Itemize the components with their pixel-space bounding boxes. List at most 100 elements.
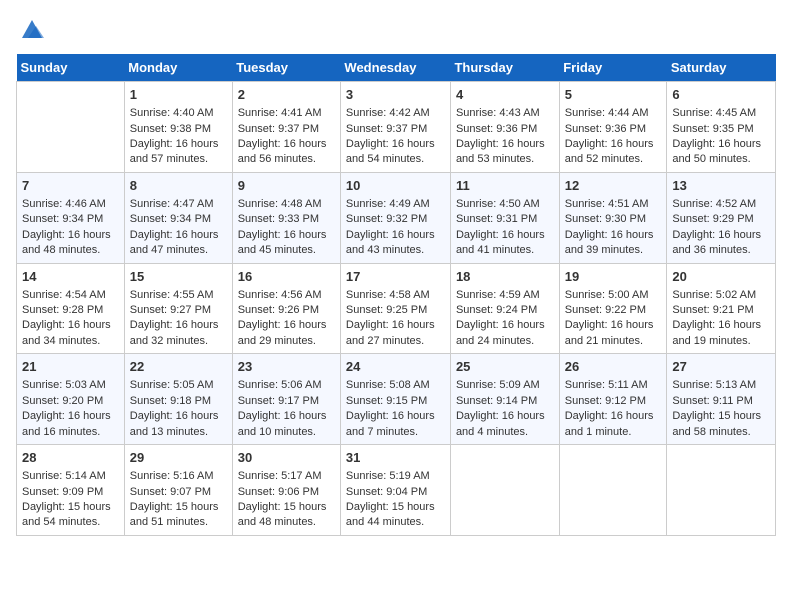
day-info: Sunset: 9:18 PM [130,394,227,409]
day-number: 9 [238,177,335,195]
calendar-cell: 30Sunrise: 5:17 AMSunset: 9:06 PMDayligh… [232,445,340,536]
day-info: Daylight: 16 hours [346,318,445,333]
day-info: Sunset: 9:34 PM [130,212,227,227]
day-number: 11 [456,177,554,195]
day-number: 18 [456,268,554,286]
day-header-wednesday: Wednesday [340,54,450,82]
calendar-cell: 9Sunrise: 4:48 AMSunset: 9:33 PMDaylight… [232,172,340,263]
logo-icon [18,16,46,44]
calendar-cell: 29Sunrise: 5:16 AMSunset: 9:07 PMDayligh… [124,445,232,536]
day-info: Daylight: 16 hours [456,318,554,333]
day-info: Sunset: 9:31 PM [456,212,554,227]
day-info: Sunrise: 4:40 AM [130,106,227,121]
calendar-table: SundayMondayTuesdayWednesdayThursdayFrid… [16,54,776,536]
calendar-cell: 6Sunrise: 4:45 AMSunset: 9:35 PMDaylight… [667,82,776,173]
day-number: 19 [565,268,662,286]
calendar-cell [17,82,125,173]
day-info: Sunset: 9:28 PM [22,303,119,318]
day-info: Sunrise: 4:49 AM [346,197,445,212]
day-info: and 4 minutes. [456,425,554,440]
day-header-friday: Friday [559,54,667,82]
calendar-cell: 2Sunrise: 4:41 AMSunset: 9:37 PMDaylight… [232,82,340,173]
calendar-cell: 23Sunrise: 5:06 AMSunset: 9:17 PMDayligh… [232,354,340,445]
day-info: Sunset: 9:24 PM [456,303,554,318]
day-info: Sunset: 9:33 PM [238,212,335,227]
calendar-cell: 27Sunrise: 5:13 AMSunset: 9:11 PMDayligh… [667,354,776,445]
calendar-cell: 21Sunrise: 5:03 AMSunset: 9:20 PMDayligh… [17,354,125,445]
calendar-week-5: 28Sunrise: 5:14 AMSunset: 9:09 PMDayligh… [17,445,776,536]
calendar-cell: 26Sunrise: 5:11 AMSunset: 9:12 PMDayligh… [559,354,667,445]
day-info: Sunrise: 4:44 AM [565,106,662,121]
day-info: Daylight: 15 hours [346,500,445,515]
day-info: Sunset: 9:27 PM [130,303,227,318]
day-info: and 45 minutes. [238,243,335,258]
calendar-cell: 20Sunrise: 5:02 AMSunset: 9:21 PMDayligh… [667,263,776,354]
day-info: Daylight: 16 hours [672,228,770,243]
calendar-cell [450,445,559,536]
day-number: 7 [22,177,119,195]
day-header-tuesday: Tuesday [232,54,340,82]
calendar-cell: 15Sunrise: 4:55 AMSunset: 9:27 PMDayligh… [124,263,232,354]
day-number: 16 [238,268,335,286]
day-info: Sunrise: 5:05 AM [130,378,227,393]
day-info: and 53 minutes. [456,152,554,167]
day-info: and 47 minutes. [130,243,227,258]
day-info: Sunset: 9:17 PM [238,394,335,409]
day-number: 17 [346,268,445,286]
day-header-sunday: Sunday [17,54,125,82]
day-info: and 48 minutes. [22,243,119,258]
day-info: Daylight: 15 hours [238,500,335,515]
day-number: 29 [130,449,227,467]
calendar-cell: 8Sunrise: 4:47 AMSunset: 9:34 PMDaylight… [124,172,232,263]
day-number: 6 [672,86,770,104]
day-info: Daylight: 16 hours [130,409,227,424]
day-info: Sunset: 9:15 PM [346,394,445,409]
day-info: Sunrise: 4:42 AM [346,106,445,121]
day-info: Daylight: 16 hours [565,409,662,424]
day-info: Sunrise: 4:47 AM [130,197,227,212]
day-number: 3 [346,86,445,104]
calendar-cell: 25Sunrise: 5:09 AMSunset: 9:14 PMDayligh… [450,354,559,445]
day-header-monday: Monday [124,54,232,82]
day-info: and 36 minutes. [672,243,770,258]
day-info: Daylight: 16 hours [565,318,662,333]
day-info: Daylight: 16 hours [565,137,662,152]
calendar-cell: 7Sunrise: 4:46 AMSunset: 9:34 PMDaylight… [17,172,125,263]
day-info: and 16 minutes. [22,425,119,440]
calendar-cell: 3Sunrise: 4:42 AMSunset: 9:37 PMDaylight… [340,82,450,173]
day-info: Sunrise: 5:03 AM [22,378,119,393]
day-info: Sunrise: 5:17 AM [238,469,335,484]
day-info: Daylight: 16 hours [672,318,770,333]
day-number: 10 [346,177,445,195]
day-info: Sunset: 9:30 PM [565,212,662,227]
day-info: Sunset: 9:20 PM [22,394,119,409]
logo [16,16,46,46]
calendar-cell: 14Sunrise: 4:54 AMSunset: 9:28 PMDayligh… [17,263,125,354]
calendar-week-3: 14Sunrise: 4:54 AMSunset: 9:28 PMDayligh… [17,263,776,354]
day-number: 30 [238,449,335,467]
calendar-cell: 11Sunrise: 4:50 AMSunset: 9:31 PMDayligh… [450,172,559,263]
day-info: Sunset: 9:09 PM [22,485,119,500]
day-info: Sunset: 9:04 PM [346,485,445,500]
day-info: Daylight: 16 hours [238,409,335,424]
day-number: 8 [130,177,227,195]
day-info: and 27 minutes. [346,334,445,349]
day-info: Daylight: 16 hours [456,137,554,152]
day-number: 1 [130,86,227,104]
day-number: 14 [22,268,119,286]
day-info: Daylight: 16 hours [346,228,445,243]
day-info: Sunset: 9:36 PM [565,122,662,137]
calendar-cell: 17Sunrise: 4:58 AMSunset: 9:25 PMDayligh… [340,263,450,354]
day-number: 12 [565,177,662,195]
calendar-cell: 1Sunrise: 4:40 AMSunset: 9:38 PMDaylight… [124,82,232,173]
calendar-week-1: 1Sunrise: 4:40 AMSunset: 9:38 PMDaylight… [17,82,776,173]
day-info: Sunrise: 4:46 AM [22,197,119,212]
calendar-cell: 28Sunrise: 5:14 AMSunset: 9:09 PMDayligh… [17,445,125,536]
day-number: 28 [22,449,119,467]
day-info: Sunset: 9:22 PM [565,303,662,318]
day-info: Sunrise: 5:19 AM [346,469,445,484]
day-number: 15 [130,268,227,286]
day-info: Sunset: 9:07 PM [130,485,227,500]
day-info: and 21 minutes. [565,334,662,349]
day-info: Sunset: 9:32 PM [346,212,445,227]
